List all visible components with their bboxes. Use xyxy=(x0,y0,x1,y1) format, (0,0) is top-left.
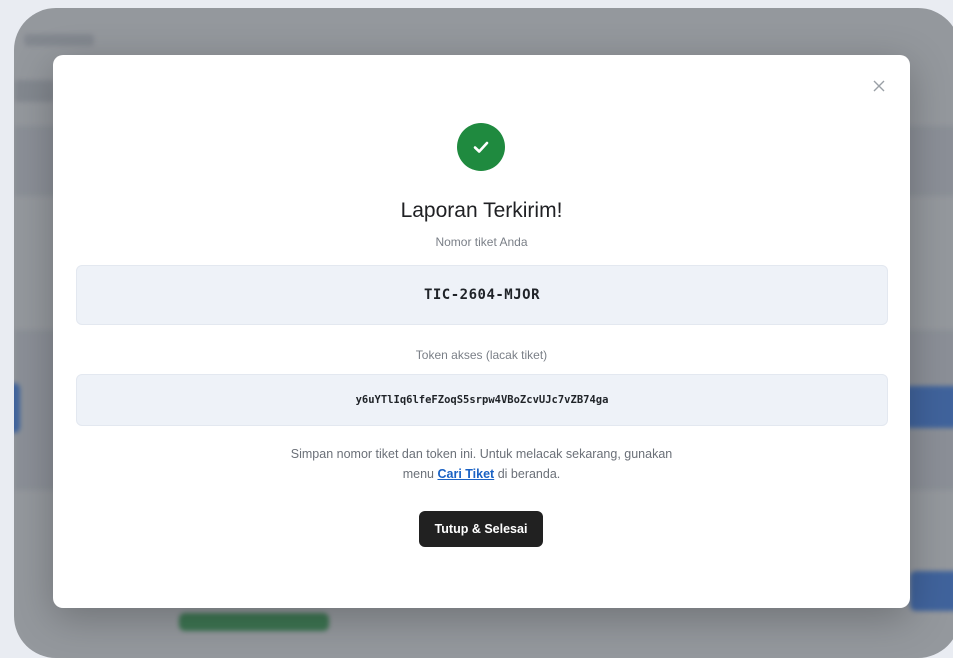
ticket-number-box: TIC-2604-MJOR xyxy=(76,265,888,325)
search-ticket-link[interactable]: Cari Tiket xyxy=(437,467,494,481)
token-value: y6uYTlIq6lfeFZoqS5srpw4VBoZcvUJc7vZB74ga xyxy=(355,394,609,406)
close-icon[interactable] xyxy=(870,77,888,95)
close-icon-glyph xyxy=(873,80,885,92)
note-prefix: menu xyxy=(402,467,438,481)
note-suffix: di beranda. xyxy=(494,467,561,481)
close-and-finish-button[interactable]: Tutup & Selesai xyxy=(419,511,543,547)
ticket-number: TIC-2604-MJOR xyxy=(423,287,541,303)
ticket-label: Nomor tiket Anda xyxy=(435,235,528,249)
check-icon-glyph xyxy=(473,141,489,153)
instruction-note: Simpan nomor tiket dan token ini. Untuk … xyxy=(53,444,910,484)
note-line-1: Simpan nomor tiket dan token ini. Untuk … xyxy=(290,447,673,461)
check-icon xyxy=(457,123,505,171)
success-dialog: Laporan Terkirim! Nomor tiket Anda TIC-2… xyxy=(53,55,910,608)
token-box: y6uYTlIq6lfeFZoqS5srpw4VBoZcvUJc7vZB74ga xyxy=(76,374,888,426)
note-line-2: menu Cari Tiket di beranda. xyxy=(53,464,910,484)
dialog-title: Laporan Terkirim! xyxy=(400,199,563,222)
token-label: Token akses (lacak tiket) xyxy=(415,348,548,362)
